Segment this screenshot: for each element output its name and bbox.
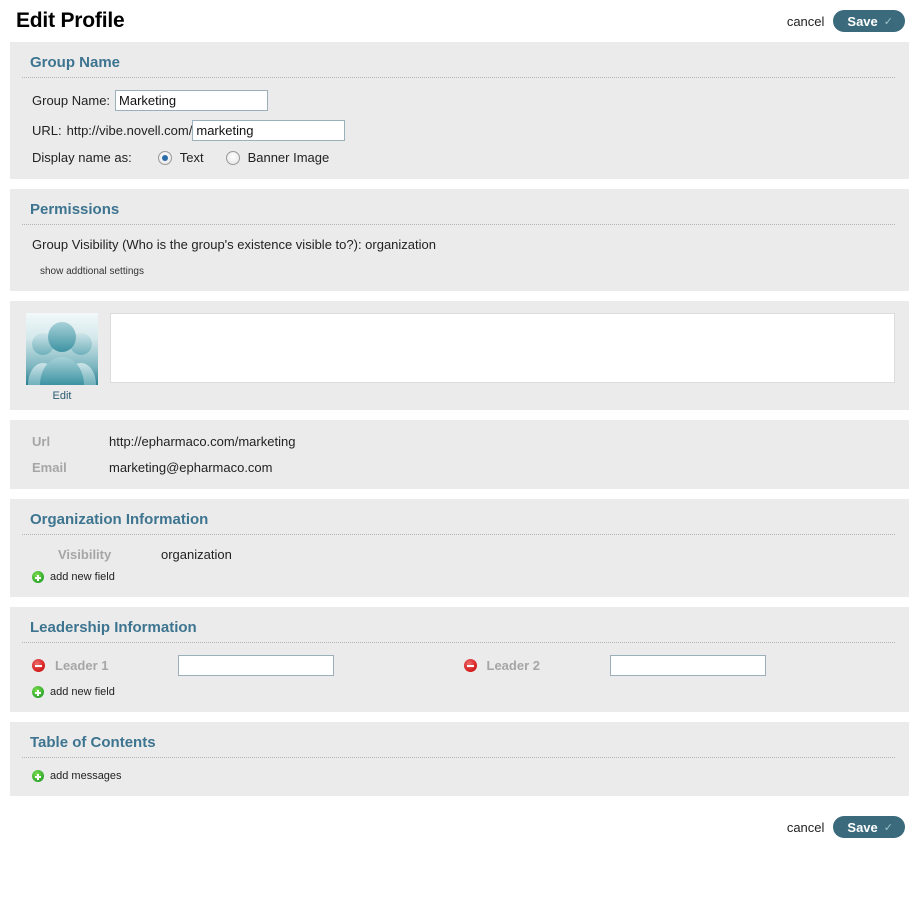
leader-1-label: Leader 1 bbox=[55, 658, 178, 673]
contact-url-label: Url bbox=[32, 434, 109, 449]
organization-add-field-row[interactable]: add new field bbox=[22, 571, 895, 583]
checkmark-icon: ✓ bbox=[884, 821, 893, 834]
leader-2-input[interactable] bbox=[610, 655, 766, 676]
page-footer: cancel Save ✓ bbox=[0, 806, 919, 838]
save-button-top-label: Save bbox=[847, 14, 877, 29]
cancel-link-bottom[interactable]: cancel bbox=[787, 820, 825, 835]
leader-2-label: Leader 2 bbox=[487, 658, 610, 673]
permissions-section-title: Permissions bbox=[22, 201, 895, 225]
add-circle-icon[interactable] bbox=[32, 770, 44, 782]
group-name-label: Group Name: bbox=[32, 93, 110, 108]
group-name-panel: Group Name Group Name: URL: http://vibe.… bbox=[10, 42, 909, 179]
radio-option-text[interactable]: Text bbox=[158, 150, 204, 165]
avatar-panel: Edit bbox=[10, 301, 909, 410]
add-circle-icon[interactable] bbox=[32, 686, 44, 698]
toc-add-messages-link[interactable]: add messages bbox=[50, 770, 122, 782]
leadership-information-panel: Leadership Information Leader 1 Leader 2… bbox=[10, 607, 909, 712]
avatar-column: Edit bbox=[22, 313, 102, 402]
group-silhouette-icon bbox=[26, 313, 98, 385]
group-name-section-title: Group Name bbox=[22, 54, 895, 78]
group-avatar-image[interactable] bbox=[26, 313, 98, 385]
url-field-row: URL: http://vibe.novell.com/ bbox=[22, 120, 895, 141]
contact-url-value: http://epharmaco.com/marketing bbox=[109, 434, 295, 449]
display-name-as-row: Display name as: Text Banner Image bbox=[22, 150, 895, 165]
leadership-rows: Leader 1 Leader 2 bbox=[22, 655, 895, 676]
url-slug-input[interactable] bbox=[192, 120, 345, 141]
radio-option-banner-image[interactable]: Banner Image bbox=[226, 150, 330, 165]
header-actions: cancel Save ✓ bbox=[787, 10, 905, 32]
group-visibility-line: Group Visibility (Who is the group's exi… bbox=[22, 237, 895, 252]
contact-row-email: Email marketing@epharmaco.com bbox=[22, 460, 895, 475]
leadership-add-field-row[interactable]: add new field bbox=[22, 686, 895, 698]
organization-add-new-field-link[interactable]: add new field bbox=[50, 571, 115, 583]
avatar-edit-link[interactable]: Edit bbox=[53, 390, 72, 402]
contact-panel: Url http://epharmaco.com/marketing Email… bbox=[10, 420, 909, 489]
leadership-section-title: Leadership Information bbox=[22, 619, 895, 643]
checkmark-icon: ✓ bbox=[884, 15, 893, 28]
organization-section-title: Organization Information bbox=[22, 511, 895, 535]
radio-text-label: Text bbox=[180, 150, 204, 165]
contact-email-label: Email bbox=[32, 460, 109, 475]
group-description-box[interactable] bbox=[110, 313, 895, 383]
cancel-link-top[interactable]: cancel bbox=[787, 14, 825, 29]
radio-banner-image-icon[interactable] bbox=[226, 151, 240, 165]
leadership-add-new-field-link[interactable]: add new field bbox=[50, 686, 115, 698]
group-name-field-row: Group Name: bbox=[22, 90, 895, 111]
permissions-panel: Permissions Group Visibility (Who is the… bbox=[10, 189, 909, 291]
organization-information-panel: Organization Information Visibility orga… bbox=[10, 499, 909, 597]
contact-email-value: marketing@epharmaco.com bbox=[109, 460, 272, 475]
page-header: Edit Profile cancel Save ✓ bbox=[0, 0, 919, 42]
save-button-bottom-label: Save bbox=[847, 820, 877, 835]
organization-visibility-value: organization bbox=[161, 547, 232, 562]
add-circle-icon[interactable] bbox=[32, 571, 44, 583]
page-title: Edit Profile bbox=[16, 9, 124, 33]
display-name-as-label: Display name as: bbox=[32, 150, 132, 165]
save-button-top[interactable]: Save ✓ bbox=[833, 10, 905, 32]
url-prefix-text: http://vibe.novell.com/ bbox=[67, 123, 193, 138]
group-name-input[interactable] bbox=[115, 90, 268, 111]
table-of-contents-panel: Table of Contents add messages bbox=[10, 722, 909, 796]
remove-circle-icon[interactable] bbox=[464, 659, 477, 672]
organization-visibility-label: Visibility bbox=[58, 547, 161, 562]
toc-add-messages-row[interactable]: add messages bbox=[22, 770, 895, 782]
leader-1-input[interactable] bbox=[178, 655, 334, 676]
leader-2-cell: Leader 2 bbox=[464, 655, 896, 676]
radio-banner-image-label: Banner Image bbox=[248, 150, 330, 165]
save-button-bottom[interactable]: Save ✓ bbox=[833, 816, 905, 838]
table-of-contents-section-title: Table of Contents bbox=[22, 734, 895, 758]
radio-text-icon[interactable] bbox=[158, 151, 172, 165]
contact-row-url: Url http://epharmaco.com/marketing bbox=[22, 434, 895, 449]
url-label: URL: bbox=[32, 123, 62, 138]
leader-1-cell: Leader 1 bbox=[32, 655, 464, 676]
show-additional-settings-link[interactable]: show addtional settings bbox=[22, 266, 144, 277]
remove-circle-icon[interactable] bbox=[32, 659, 45, 672]
organization-row-visibility: Visibility organization bbox=[22, 547, 895, 562]
